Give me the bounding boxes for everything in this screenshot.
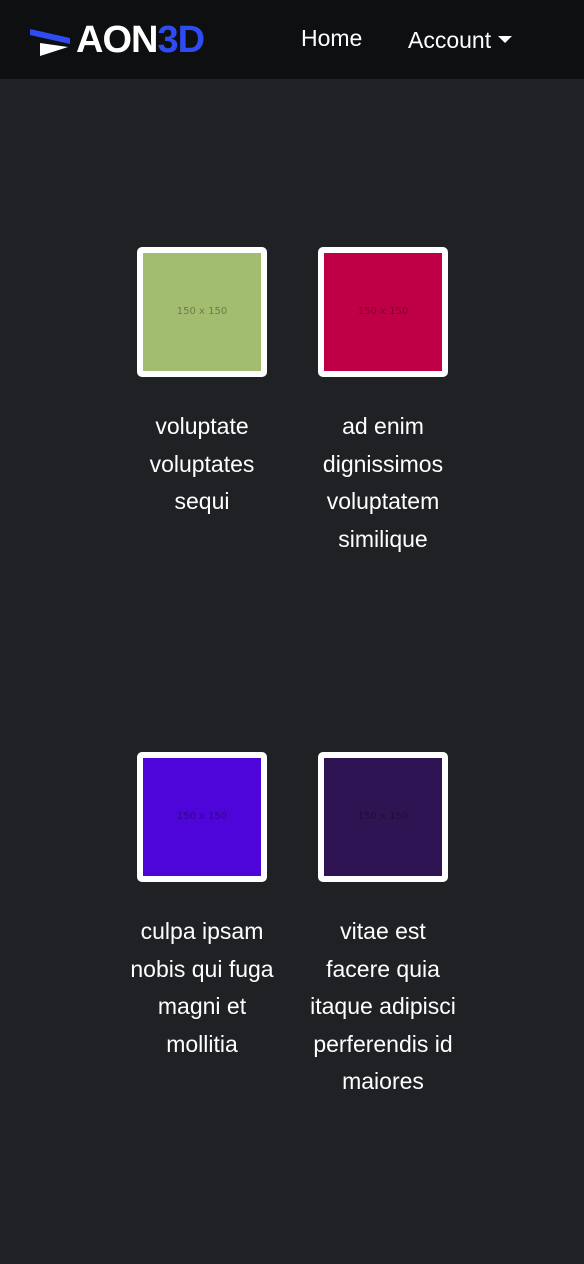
nav-account-dropdown[interactable]: Account xyxy=(408,26,513,54)
aon3d-logo-icon xyxy=(30,29,70,56)
navbar: AON3D Home Account xyxy=(0,0,584,79)
item-title: ad enim dignissimos voluptatem similique xyxy=(322,413,444,552)
placeholder-size-label: 150 x 150 xyxy=(176,811,228,822)
item-card[interactable]: 150 x 150 ad enim dignissimos voluptatem… xyxy=(298,247,468,558)
item-card[interactable]: 150 x 150 culpa ipsam nobis qui fuga mag… xyxy=(117,752,287,1063)
item-title: culpa ipsam nobis qui fuga magni et moll… xyxy=(130,918,274,1057)
item-thumbnail[interactable]: 150 x 150 xyxy=(137,752,267,882)
item-title: voluptate voluptates sequi xyxy=(149,413,255,514)
item-thumbnail[interactable]: 150 x 150 xyxy=(318,752,448,882)
nav-home-link[interactable]: Home xyxy=(301,24,362,52)
item-title: vitae est facere quia itaque adipisci pe… xyxy=(310,918,456,1094)
brand-name: AON3D xyxy=(76,19,205,61)
item-card[interactable]: 150 x 150 voluptate voluptates sequi xyxy=(117,247,287,521)
caret-down-icon xyxy=(498,35,513,43)
brand-logo[interactable]: AON3D xyxy=(30,19,205,61)
nav-account-label: Account xyxy=(408,27,492,53)
placeholder-size-label: 150 x 150 xyxy=(357,811,409,822)
placeholder-size-label: 150 x 150 xyxy=(176,306,228,317)
item-card[interactable]: 150 x 150 vitae est facere quia itaque a… xyxy=(298,752,468,1101)
placeholder-size-label: 150 x 150 xyxy=(357,306,409,317)
item-thumbnail[interactable]: 150 x 150 xyxy=(137,247,267,377)
item-thumbnail[interactable]: 150 x 150 xyxy=(318,247,448,377)
